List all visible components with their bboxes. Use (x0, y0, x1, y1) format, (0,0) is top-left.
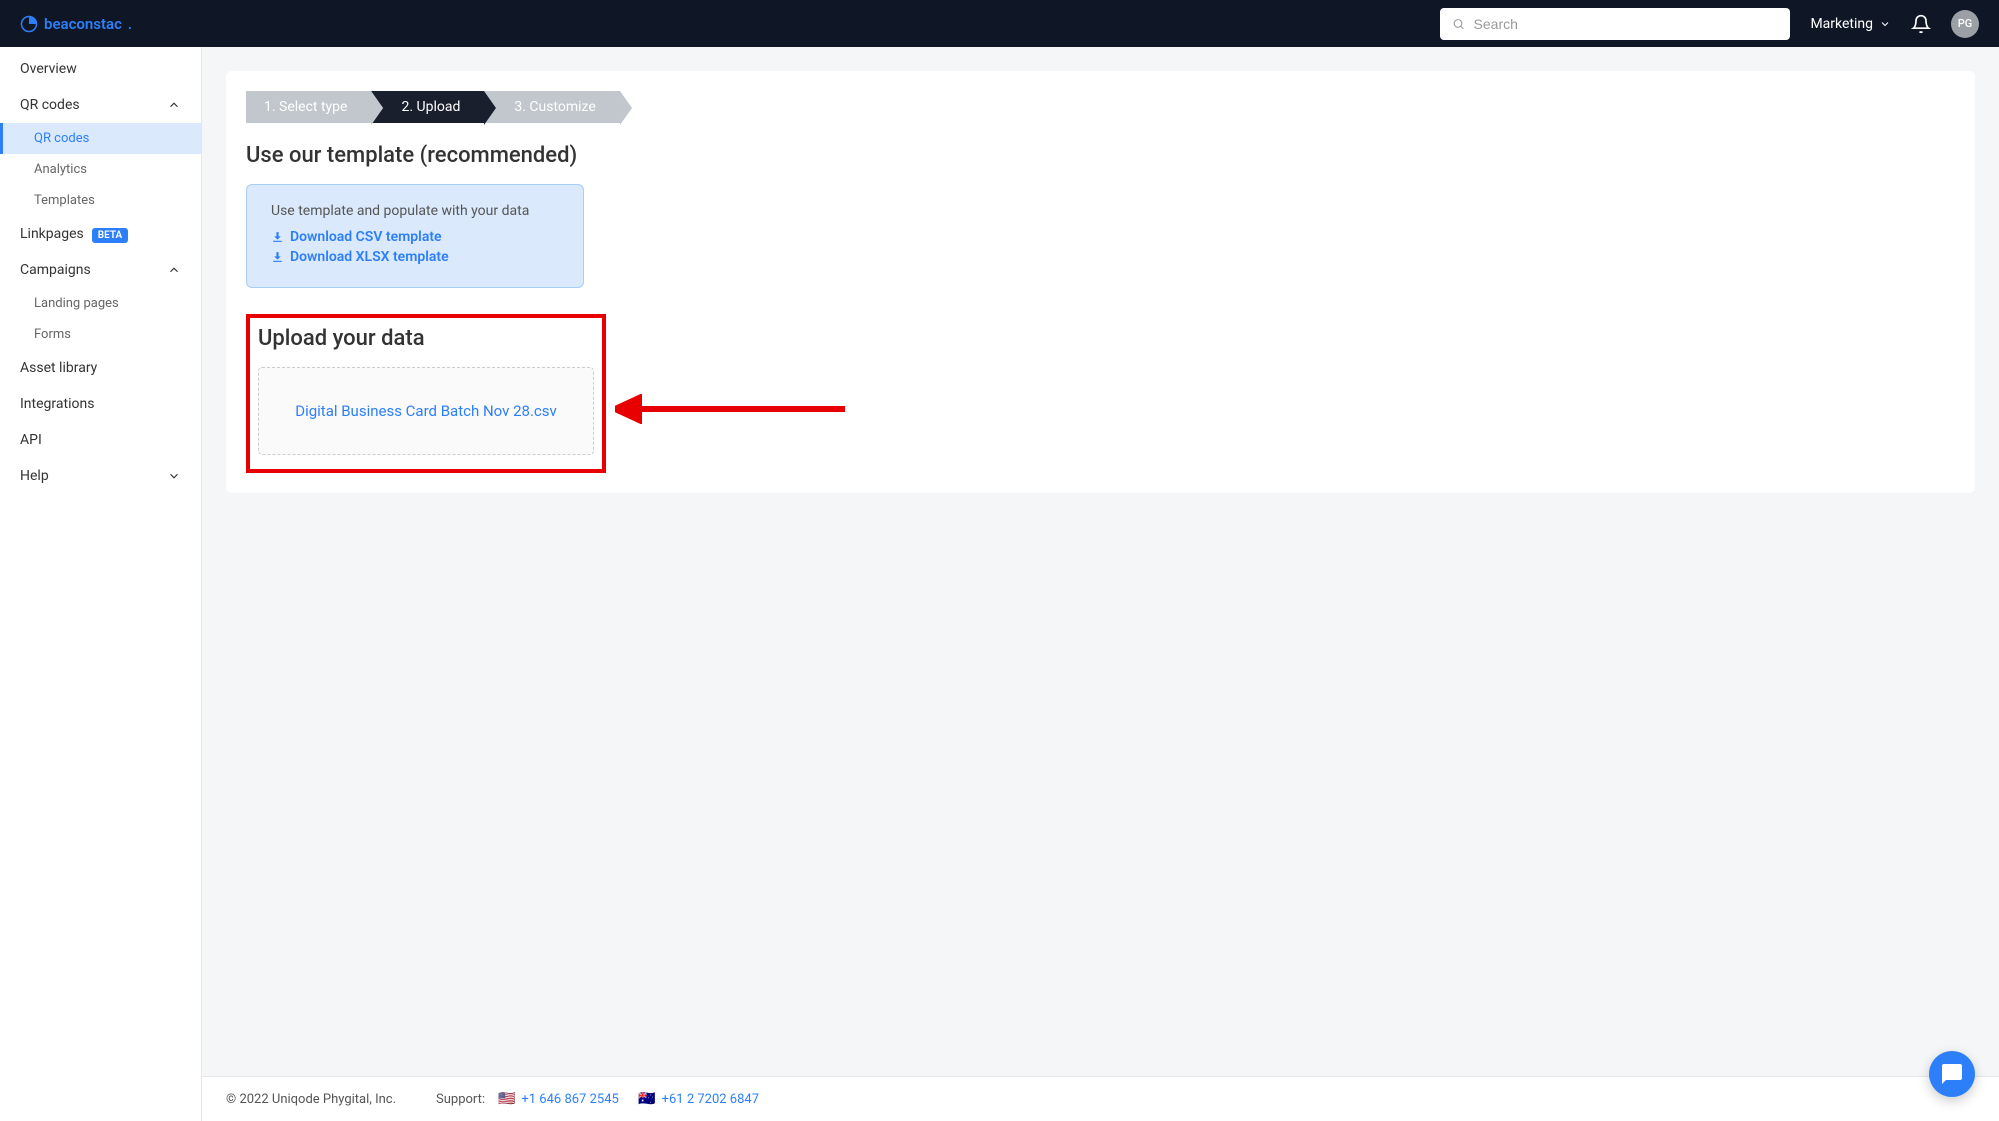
search-input[interactable] (1474, 16, 1779, 32)
template-section-title: Use our template (recommended) (246, 143, 1955, 168)
template-box: Use template and populate with your data… (246, 184, 584, 288)
chevron-up-icon (167, 263, 181, 277)
chevron-down-icon (1879, 18, 1891, 30)
support-phone-us[interactable]: 🇺🇸+1 646 867 2545 (498, 1091, 619, 1107)
sidebar-item-linkpages[interactable]: LinkpagesBETA (0, 216, 201, 252)
chat-widget-button[interactable] (1929, 1051, 1975, 1097)
upload-section-highlight: Upload your data Digital Business Card B… (246, 314, 606, 473)
download-xlsx-link[interactable]: Download XLSX template (271, 249, 559, 265)
step-upload[interactable]: 2. Upload (371, 91, 484, 123)
upload-dropzone[interactable]: Digital Business Card Batch Nov 28.csv (258, 367, 594, 455)
sidebar: Overview QR codes QR codes Analytics Tem… (0, 47, 202, 1121)
step-select-type[interactable]: 1. Select type (246, 91, 371, 123)
sidebar-item-campaigns[interactable]: Campaigns (0, 252, 201, 288)
footer: © 2022 Uniqode Phygital, Inc. Support: 🇺… (202, 1076, 1999, 1121)
chat-icon (1940, 1062, 1964, 1086)
logo-icon (20, 15, 38, 33)
sidebar-item-api[interactable]: API (0, 422, 201, 458)
main-content: 1. Select type 2. Upload 3. Customize Us… (202, 47, 1999, 1121)
sidebar-item-overview[interactable]: Overview (0, 51, 201, 87)
sidebar-subitem-templates[interactable]: Templates (0, 185, 201, 216)
template-desc: Use template and populate with your data (271, 203, 559, 219)
chevron-up-icon (167, 98, 181, 112)
download-icon (271, 251, 284, 264)
avatar[interactable]: PG (1951, 10, 1979, 38)
org-dropdown-label: Marketing (1810, 16, 1873, 32)
sidebar-subitem-analytics[interactable]: Analytics (0, 154, 201, 185)
notifications-icon[interactable] (1911, 14, 1931, 34)
sidebar-item-help[interactable]: Help (0, 458, 201, 494)
sidebar-subitem-forms[interactable]: Forms (0, 319, 201, 350)
upload-section-title: Upload your data (258, 326, 594, 351)
flag-us-icon: 🇺🇸 (498, 1091, 515, 1107)
download-csv-link[interactable]: Download CSV template (271, 229, 559, 245)
sidebar-item-assetlibrary[interactable]: Asset library (0, 350, 201, 386)
search-icon (1452, 17, 1465, 31)
support-phone-au[interactable]: 🇦🇺+61 2 7202 6847 (638, 1091, 759, 1107)
footer-copyright: © 2022 Uniqode Phygital, Inc. (226, 1092, 396, 1107)
arrow-annotation-icon (615, 394, 845, 424)
download-icon (271, 231, 284, 244)
brand-text: beaconstac (44, 15, 122, 33)
chevron-down-icon (167, 469, 181, 483)
uploaded-filename: Digital Business Card Batch Nov 28.csv (295, 402, 557, 420)
sidebar-subitem-qrcodes[interactable]: QR codes (0, 123, 201, 154)
sidebar-item-qrcodes[interactable]: QR codes (0, 87, 201, 123)
step-customize[interactable]: 3. Customize (484, 91, 619, 123)
stepper: 1. Select type 2. Upload 3. Customize (246, 91, 1955, 123)
beta-badge: BETA (92, 228, 128, 243)
search-box[interactable] (1440, 8, 1790, 40)
sidebar-item-integrations[interactable]: Integrations (0, 386, 201, 422)
org-dropdown[interactable]: Marketing (1810, 16, 1891, 32)
brand-logo[interactable]: beaconstac. (20, 15, 132, 33)
app-header: beaconstac. Marketing PG (0, 0, 1999, 47)
footer-support-label: Support: (436, 1092, 485, 1107)
flag-au-icon: 🇦🇺 (638, 1091, 655, 1107)
sidebar-subitem-landing[interactable]: Landing pages (0, 288, 201, 319)
